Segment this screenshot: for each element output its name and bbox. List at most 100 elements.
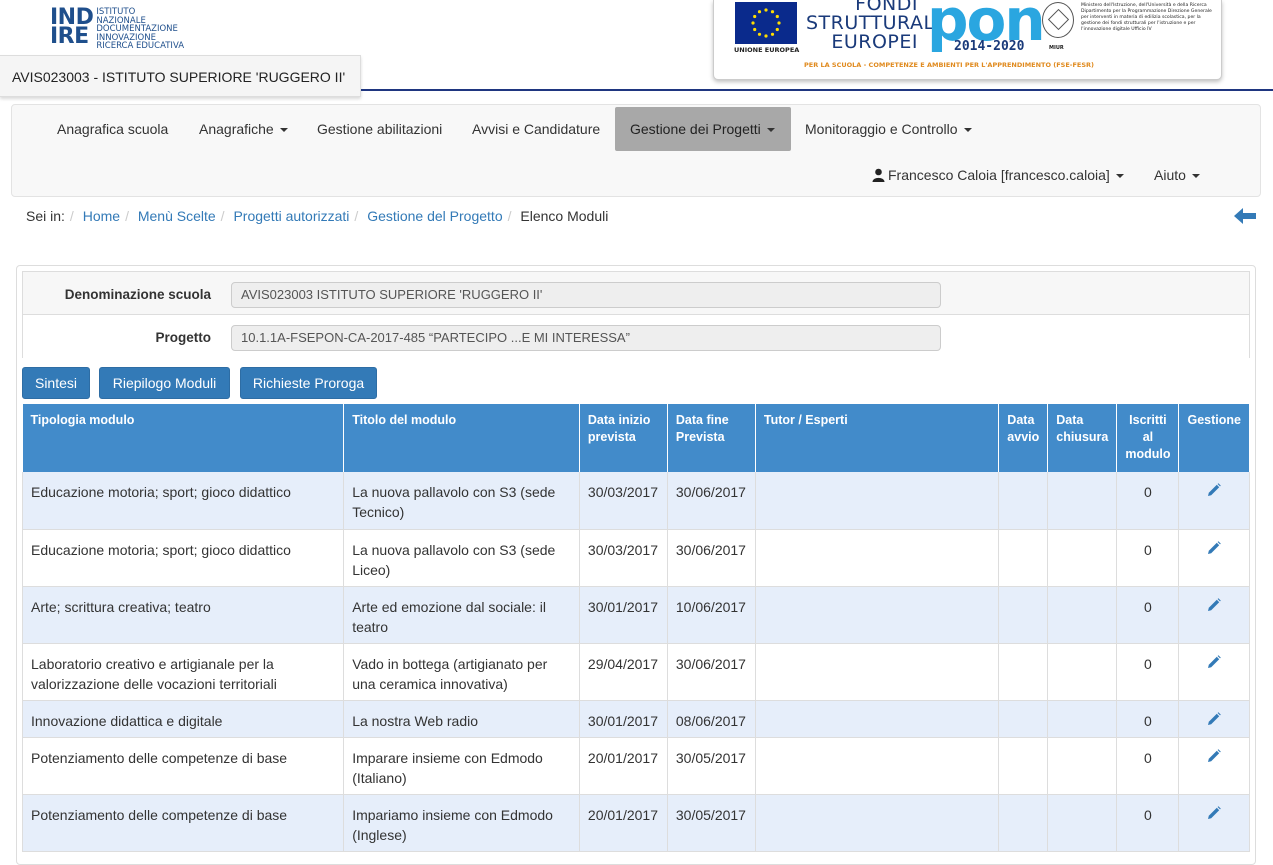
school-title: AVIS023003 - ISTITUTO SUPERIORE 'RUGGERO… [12, 69, 346, 85]
cell-iscritti: 0 [1116, 794, 1180, 852]
cell-data-inizio: 30/01/2017 [579, 700, 668, 738]
caret-down-icon [1115, 174, 1124, 179]
cell-data-inizio: 30/03/2017 [579, 472, 668, 530]
indire-logo-mark: IND IRE [50, 5, 94, 49]
fondi-strutturali-text: FONDI STRUTTURALI EUROPEI [806, 0, 941, 53]
table-row: Potenziamento delle competenze di base Im… [21, 794, 1250, 852]
cell-tipologia: Educazione motoria; sport; gioco didatti… [21, 529, 345, 587]
table-row: Innovazione didattica e digitale La nostr… [21, 700, 1250, 738]
riepilogo-moduli-button[interactable]: Riepilogo Moduli [99, 367, 230, 399]
col-data-inizio-header[interactable]: Data inizio prevista [579, 404, 668, 472]
col-data-avvio-header[interactable]: Data avvio [998, 404, 1049, 472]
cell-data-fine: 30/05/2017 [667, 737, 756, 795]
cell-data-fine: 30/06/2017 [667, 529, 756, 587]
pencil-icon[interactable] [1207, 482, 1222, 502]
cell-data-avvio [998, 737, 1049, 795]
breadcrumb: Sei in: / Home / Menù Scelte / Progetti aut… [26, 208, 609, 224]
pencil-icon[interactable] [1207, 597, 1222, 617]
nav-gestione-abilitazioni[interactable]: Gestione abilitazioni [302, 107, 457, 151]
col-titolo-header[interactable]: Titolo del modulo [343, 404, 580, 472]
school-label: Denominazione scuola [64, 287, 211, 302]
nav-avvisi-candidature[interactable]: Avvisi e Candidature [457, 107, 615, 151]
nav-user-menu[interactable]: Francesco Caloia [francesco.caloia] [857, 153, 1139, 197]
cell-data-inizio: 20/01/2017 [579, 794, 668, 852]
sintesi-button[interactable]: Sintesi [22, 367, 90, 399]
cell-titolo: Impariamo insieme con Edmodo (Inglese) [343, 794, 580, 852]
pon-footer-text: PER LA SCUOLA - COMPETENZE E AMBIENTI PE… [804, 61, 1095, 69]
cell-data-fine: 10/06/2017 [667, 586, 756, 644]
eu-flag-icon [735, 2, 797, 44]
pencil-icon[interactable] [1207, 748, 1222, 768]
cell-data-avvio [998, 794, 1049, 852]
richieste-proroga-button[interactable]: Richieste Proroga [240, 367, 377, 399]
cell-tutor [755, 529, 1000, 587]
cell-gestione [1178, 737, 1250, 795]
cell-tipologia: Arte; scrittura creativa; teatro [21, 586, 345, 644]
breadcrumb-gestione-progetto[interactable]: Gestione del Progetto [367, 208, 502, 224]
cell-data-fine: 30/06/2017 [667, 472, 756, 530]
nav-monitoraggio-controllo[interactable]: Monitoraggio e Controllo [790, 107, 987, 151]
cell-titolo: Arte ed emozione dal sociale: il teatro [343, 586, 580, 644]
indire-logo[interactable]: IND IRE ISTITUTO NAZIONALE DOCUMENTAZION… [50, 5, 184, 51]
modules-table: Tipologia modulo Titolo del modulo Data … [21, 404, 1250, 852]
modules-table-body: Educazione motoria; sport; gioco didatti… [21, 472, 1250, 852]
cell-tipologia: Educazione motoria; sport; gioco didatti… [21, 472, 345, 530]
back-arrow-icon[interactable] [1233, 206, 1257, 229]
cell-data-avvio [998, 472, 1049, 530]
table-row: Potenziamento delle competenze di base Im… [21, 737, 1250, 795]
project-info-form: Denominazione scuola AVIS023003 ISTITUTO… [22, 271, 1250, 358]
cell-tipologia: Potenziamento delle competenze di base [21, 794, 345, 852]
caret-down-icon [1191, 174, 1200, 179]
breadcrumb-menu-scelte[interactable]: Menù Scelte [138, 208, 216, 224]
nav-anagrafica-scuola[interactable]: Anagrafica scuola [42, 107, 183, 151]
cell-data-fine: 30/05/2017 [667, 794, 756, 852]
cell-data-inizio: 30/03/2017 [579, 529, 668, 587]
cell-tutor [755, 737, 1000, 795]
cell-iscritti: 0 [1116, 700, 1180, 738]
breadcrumb-progetti-autorizzati[interactable]: Progetti autorizzati [233, 208, 349, 224]
cell-data-avvio [998, 700, 1049, 738]
cell-titolo: La nuova pallavolo con S3 (sede Tecnico) [343, 472, 580, 530]
nav-gestione-progetti[interactable]: Gestione dei Progetti [615, 107, 791, 151]
cell-tutor [755, 794, 1000, 852]
pencil-icon[interactable] [1207, 540, 1222, 560]
cell-data-avvio [998, 529, 1049, 587]
cell-gestione [1178, 586, 1250, 644]
cell-gestione [1178, 794, 1250, 852]
cell-data-chiusura [1047, 643, 1118, 701]
cell-tutor [755, 586, 1000, 644]
cell-data-chiusura [1047, 700, 1118, 738]
user-icon [872, 168, 885, 182]
pon-years: 2014-2020 [954, 39, 1025, 54]
col-data-chiusura-header[interactable]: Data chiusura [1047, 404, 1118, 472]
cell-data-fine: 08/06/2017 [667, 700, 756, 738]
school-row: Denominazione scuola AVIS023003 ISTITUTO… [23, 272, 1249, 315]
cell-data-chiusura [1047, 794, 1118, 852]
nav-anagrafiche[interactable]: Anagrafiche [184, 107, 303, 151]
table-row: Laboratorio creativo e artigianale per l… [21, 643, 1250, 701]
col-tipologia-header[interactable]: Tipologia modulo [22, 404, 345, 472]
col-tutor-header[interactable]: Tutor / Esperti [755, 404, 1000, 472]
cell-data-inizio: 20/01/2017 [579, 737, 668, 795]
nav-aiuto[interactable]: Aiuto [1139, 153, 1215, 197]
school-title-tab: AVIS023003 - ISTITUTO SUPERIORE 'RUGGERO… [0, 55, 361, 97]
pencil-icon[interactable] [1207, 711, 1222, 731]
col-data-fine-header[interactable]: Data fine Prevista [667, 404, 756, 472]
caret-down-icon [766, 128, 775, 133]
cell-data-avvio [998, 643, 1049, 701]
cell-data-fine: 30/06/2017 [667, 643, 756, 701]
cell-tipologia: Laboratorio creativo e artigianale per l… [21, 643, 345, 701]
pencil-icon[interactable] [1207, 805, 1222, 825]
caret-down-icon [963, 128, 972, 133]
cell-gestione [1178, 529, 1250, 587]
miur-text: Ministero dell'Istruzione, dell'Universi… [1081, 3, 1212, 32]
breadcrumb-home[interactable]: Home [83, 208, 120, 224]
table-row: Arte; scrittura creativa; teatro Arte ed … [21, 586, 1250, 644]
col-iscritti-header[interactable]: Iscritti al modulo [1116, 404, 1180, 472]
cell-data-chiusura [1047, 737, 1118, 795]
main-navbar: Anagrafica scuola Anagrafiche Gestione a… [11, 104, 1261, 197]
pon-banner: UNIONE EUROPEA FONDI STRUTTURALI EUROPEI… [713, 0, 1222, 80]
pencil-icon[interactable] [1207, 654, 1222, 674]
col-gestione-header: Gestione [1178, 404, 1250, 472]
eu-label: UNIONE EUROPEA [734, 46, 800, 54]
